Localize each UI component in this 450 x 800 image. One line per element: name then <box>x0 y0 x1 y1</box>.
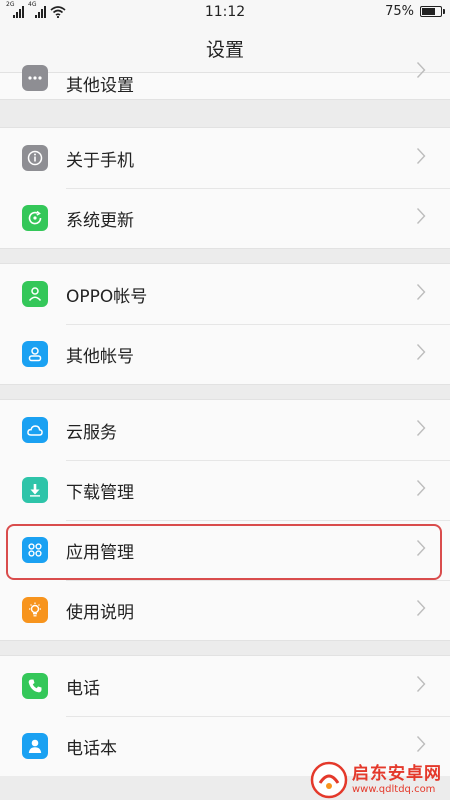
status-bar: 2G 4G 11:12 75% <box>0 0 450 24</box>
settings-screen: 2G 4G 11:12 75% 设置 其他设置 关于手机 系统更新 OPPO帐号 其他帐 <box>0 0 450 800</box>
more-dots-icon <box>22 65 48 91</box>
cloud-icon <box>22 417 48 443</box>
watermark-text: 启东安卓网 www.qdltdq.com <box>352 763 442 795</box>
group-divider <box>0 640 450 656</box>
group-divider <box>0 99 450 128</box>
watermark-main-text: 启东安卓网 <box>352 763 442 784</box>
chevron-right-icon <box>416 343 426 365</box>
settings-item-other-account[interactable]: 其他帐号 <box>0 324 450 384</box>
settings-item-label: 电话 <box>66 678 100 699</box>
settings-item-info[interactable]: 关于手机 <box>0 128 450 188</box>
settings-item-oppo-account[interactable]: OPPO帐号 <box>0 264 450 324</box>
settings-item-label: 关于手机 <box>66 150 134 171</box>
watermark-sub-text: www.qdltdq.com <box>352 783 436 795</box>
settings-item-label: OPPO帐号 <box>66 286 148 307</box>
info-icon <box>22 145 48 171</box>
settings-item-label: 应用管理 <box>66 542 134 563</box>
settings-item-more-dots[interactable]: 其他设置 <box>0 62 450 99</box>
chevron-right-icon <box>416 283 426 305</box>
lightbulb-icon <box>22 597 48 623</box>
settings-item-phone[interactable]: 电话 <box>0 656 450 716</box>
chevron-right-icon <box>416 61 426 83</box>
watermark-logo-icon <box>310 761 348 799</box>
battery-icon <box>420 6 445 17</box>
settings-item-lightbulb[interactable]: 使用说明 <box>0 580 450 640</box>
chevron-right-icon <box>416 735 426 757</box>
battery-fill <box>422 8 435 15</box>
settings-item-cloud[interactable]: 云服务 <box>0 400 450 460</box>
settings-item-download[interactable]: 下载管理 <box>0 460 450 520</box>
oppo-account-icon <box>22 281 48 307</box>
watermark: 启东安卓网 www.qdltdq.com <box>310 760 448 800</box>
phone-icon <box>22 673 48 699</box>
other-account-icon <box>22 341 48 367</box>
chevron-right-icon <box>416 599 426 621</box>
chevron-right-icon <box>416 539 426 561</box>
chevron-right-icon <box>416 479 426 501</box>
settings-item-label: 系统更新 <box>66 210 134 231</box>
contacts-icon <box>22 733 48 759</box>
status-right: 75% <box>385 4 445 19</box>
download-icon <box>22 477 48 503</box>
group-divider <box>0 384 450 400</box>
chevron-right-icon <box>416 419 426 441</box>
chevron-right-icon <box>416 147 426 169</box>
clock: 11:12 <box>204 4 246 20</box>
settings-item-label: 云服务 <box>66 422 117 443</box>
group-divider <box>0 248 450 264</box>
chevron-right-icon <box>416 207 426 229</box>
settings-item-system-update[interactable]: 系统更新 <box>0 188 450 248</box>
settings-list: 其他设置关于手机系统更新 OPPO帐号 其他帐号云服务下载管理应用管理使用说明电话电… <box>0 62 450 776</box>
battery-percent: 75% <box>385 4 414 19</box>
page-title: 设置 <box>0 24 450 73</box>
settings-item-label: 使用说明 <box>66 602 134 623</box>
settings-item-label: 其他帐号 <box>66 346 134 367</box>
system-update-icon <box>22 205 48 231</box>
settings-item-label: 下载管理 <box>66 482 134 503</box>
settings-item-label: 其他设置 <box>66 76 134 96</box>
settings-item-label: 电话本 <box>66 738 117 759</box>
chevron-right-icon <box>416 675 426 697</box>
apps-icon <box>22 537 48 563</box>
settings-item-apps[interactable]: 应用管理 <box>0 520 450 580</box>
